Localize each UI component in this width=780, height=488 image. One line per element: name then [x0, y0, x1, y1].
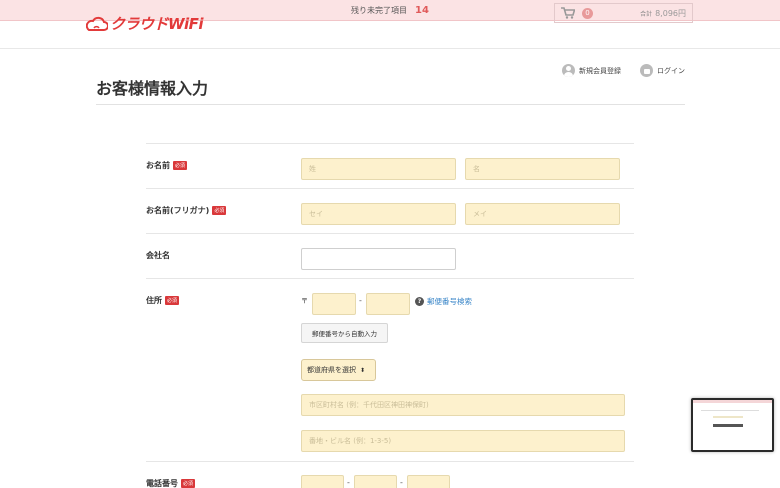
- page-preview-thumbnail[interactable]: [691, 398, 774, 452]
- first-name-kana-input[interactable]: メイ: [465, 203, 620, 225]
- login-link[interactable]: ログイン: [640, 64, 685, 77]
- site-logo[interactable]: クラウドWiFi: [86, 13, 204, 34]
- cart-icon: [561, 7, 575, 19]
- cart-total: 8,096円: [655, 8, 686, 18]
- help-icon: ?: [415, 297, 424, 306]
- form-divider: [146, 278, 634, 279]
- form-divider: [146, 461, 634, 462]
- user-icon: [562, 64, 575, 77]
- header-divider: [0, 48, 780, 49]
- street-placeholder: 番地・ビル名 (例：1-3-5): [309, 437, 392, 445]
- cloud-wifi-icon: [86, 16, 108, 31]
- phone-label: 電話番号 必須: [146, 478, 196, 488]
- city-placeholder: 市区町村名 (例：千代田区神田神保町): [309, 401, 429, 409]
- last-name-placeholder: 姓: [309, 165, 316, 173]
- last-name-input[interactable]: 姓: [301, 158, 456, 180]
- required-badge: 必須: [165, 296, 180, 305]
- title-divider: [96, 104, 685, 105]
- incomplete-items-count: 14: [415, 4, 429, 16]
- required-badge: 必須: [181, 479, 196, 488]
- company-label-text: 会社名: [146, 251, 170, 260]
- preview-field: [713, 416, 743, 418]
- incomplete-items-text: 残り未完了項目: [351, 5, 408, 15]
- phone-label-text: 電話番号: [146, 479, 178, 488]
- register-link[interactable]: 新規会員登録: [562, 64, 621, 77]
- cart-total-label: 合計: [640, 10, 653, 18]
- cart-count-badge: 0: [582, 7, 593, 19]
- city-input[interactable]: 市区町村名 (例：千代田区神田神保町): [301, 394, 625, 416]
- street-input[interactable]: 番地・ビル名 (例：1-3-5): [301, 430, 625, 452]
- form-divider: [146, 143, 634, 144]
- required-badge: 必須: [212, 206, 227, 215]
- phone-second-input[interactable]: [354, 475, 397, 488]
- prefecture-select[interactable]: 都道府県を選択 ⬍: [301, 359, 376, 381]
- form-divider: [146, 233, 634, 234]
- zip-second-input[interactable]: [366, 293, 410, 315]
- first-name-input[interactable]: 名: [465, 158, 620, 180]
- zip-search-link[interactable]: ? 郵便番号検索: [415, 296, 472, 307]
- zip-first-input[interactable]: [312, 293, 356, 315]
- phone-first-input[interactable]: [301, 475, 344, 488]
- auto-fill-button[interactable]: 郵便番号から自動入力: [301, 323, 388, 343]
- register-label: 新規会員登録: [579, 66, 621, 75]
- preview-button: [713, 424, 743, 427]
- zip-search-label: 郵便番号検索: [427, 297, 472, 306]
- phone-separator: -: [347, 478, 350, 487]
- address-label: 住所 必須: [146, 295, 180, 306]
- kana-label: お名前(フリガナ) 必須: [146, 205, 227, 216]
- preview-divider: [701, 410, 759, 411]
- address-label-text: 住所: [146, 296, 162, 305]
- cart-summary[interactable]: 0 合計 8,096円: [554, 3, 693, 23]
- kana-label-text: お名前(フリガナ): [146, 206, 210, 215]
- preview-banner: [693, 400, 772, 403]
- page-title: お客様情報入力: [96, 79, 209, 98]
- form-divider: [146, 188, 634, 189]
- prefecture-select-value: 都道府県を選択: [307, 366, 356, 374]
- company-input[interactable]: [301, 248, 456, 270]
- select-arrows-icon: ⬍: [360, 366, 366, 374]
- name-label-text: お名前: [146, 161, 170, 170]
- logo-text: クラウドWiFi: [110, 15, 204, 33]
- last-name-kana-placeholder: セイ: [309, 210, 323, 218]
- phone-third-input[interactable]: [407, 475, 450, 488]
- last-name-kana-input[interactable]: セイ: [301, 203, 456, 225]
- company-label: 会社名: [146, 250, 170, 261]
- required-badge: 必須: [173, 161, 188, 170]
- postal-mark: 〒: [301, 297, 308, 305]
- lock-icon: [640, 64, 653, 77]
- zip-separator: -: [359, 296, 362, 305]
- login-label: ログイン: [657, 66, 685, 75]
- phone-separator: -: [400, 478, 403, 487]
- first-name-placeholder: 名: [473, 165, 480, 173]
- name-label: お名前 必須: [146, 160, 188, 171]
- first-name-kana-placeholder: メイ: [473, 210, 487, 218]
